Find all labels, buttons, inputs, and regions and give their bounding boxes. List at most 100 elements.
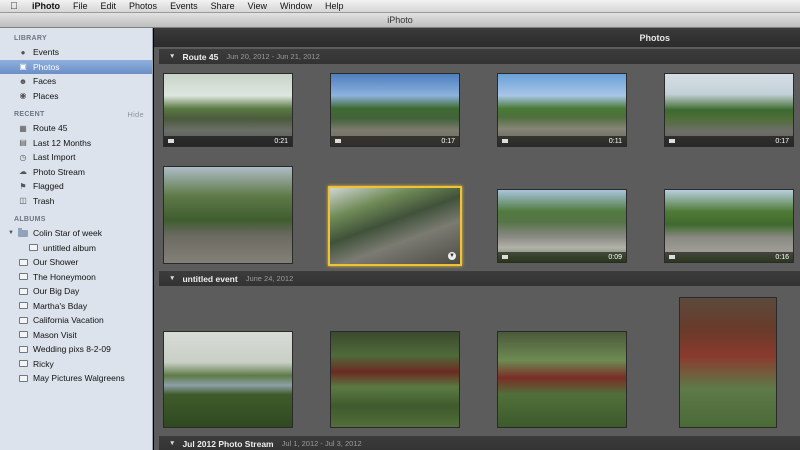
video-strip: 0:09 bbox=[498, 252, 626, 262]
sidebar-item-california-vacation[interactable]: California Vacation bbox=[0, 313, 152, 328]
album-icon bbox=[28, 243, 38, 253]
menu-share[interactable]: Share bbox=[211, 1, 235, 11]
sidebar-item-label: California Vacation bbox=[33, 315, 104, 326]
sidebar-item-the-honeymoon[interactable]: The Honeymoon bbox=[0, 270, 152, 285]
album-icon bbox=[18, 359, 28, 369]
photo-thumbnail[interactable]: 0:11 bbox=[497, 73, 627, 147]
menu-edit[interactable]: Edit bbox=[101, 1, 117, 11]
menu-window[interactable]: Window bbox=[280, 1, 312, 11]
video-strip: 0:11 bbox=[498, 136, 626, 146]
disclosure-triangle-icon[interactable]: ▼ bbox=[169, 440, 175, 447]
video-duration: 0:21 bbox=[274, 137, 288, 145]
photo-thumbnail[interactable]: 0:17 bbox=[330, 73, 460, 147]
album-icon bbox=[18, 286, 28, 296]
photo-thumbnail[interactable] bbox=[679, 297, 777, 428]
photo-thumbnail[interactable] bbox=[163, 331, 293, 428]
video-strip: 0:17 bbox=[665, 136, 793, 146]
sidebar-item-label: Our Big Day bbox=[33, 286, 80, 297]
sidebar-item-label: Route 45 bbox=[33, 123, 68, 134]
sidebar-item-label: Last 12 Months bbox=[33, 137, 92, 148]
sidebar-item-last-import[interactable]: ◷ Last Import bbox=[0, 150, 152, 165]
menu-view[interactable]: View bbox=[248, 1, 267, 11]
video-camera-icon bbox=[335, 139, 341, 143]
sidebar-item-label: Events bbox=[33, 47, 59, 58]
sidebar-item-label: Our Shower bbox=[33, 257, 79, 268]
video-duration: 0:16 bbox=[775, 253, 789, 261]
video-strip: 0:16 bbox=[665, 252, 793, 262]
photo-thumbnail-selected[interactable]: ▼ bbox=[328, 186, 462, 266]
sidebar-item-marthas-bday[interactable]: Martha's Bday bbox=[0, 299, 152, 314]
video-camera-icon bbox=[502, 139, 508, 143]
menu-file[interactable]: File bbox=[73, 1, 88, 11]
sidebar-item-our-big-day[interactable]: Our Big Day bbox=[0, 284, 152, 299]
sidebar-item-label: Photos bbox=[33, 61, 60, 72]
sidebar-item-label: Martha's Bday bbox=[33, 300, 88, 311]
menu-photos[interactable]: Photos bbox=[129, 1, 157, 11]
event-header-route-45[interactable]: ▼ Route 45 Jun 20, 2012 - Jun 21, 2012 bbox=[159, 49, 800, 64]
sidebar-item-colin-star-of-week[interactable]: ▼ Colin Star of week bbox=[0, 226, 152, 241]
sidebar-item-our-shower[interactable]: Our Shower bbox=[0, 255, 152, 270]
sidebar-item-faces[interactable]: ☻ Faces bbox=[0, 74, 152, 89]
event-dates: June 24, 2012 bbox=[245, 274, 294, 283]
disclosure-triangle-icon[interactable]: ▼ bbox=[169, 53, 175, 60]
event-header-jul-2012-photo-stream[interactable]: ▼ Jul 2012 Photo Stream Jul 1, 2012 - Ju… bbox=[159, 436, 800, 450]
sidebar-item-wedding-pixs[interactable]: Wedding pixs 8-2-09 bbox=[0, 342, 152, 357]
apple-menu-icon[interactable]:  bbox=[8, 1, 20, 12]
flag-icon: ⚑ bbox=[19, 181, 27, 191]
trash-icon: ◫ bbox=[19, 196, 27, 206]
event-icon: ▦ bbox=[19, 123, 27, 133]
sidebar-item-mason-visit[interactable]: Mason Visit bbox=[0, 328, 152, 343]
sidebar-item-label: May Pictures Walgreens bbox=[33, 373, 125, 384]
event-name: Jul 2012 Photo Stream bbox=[182, 438, 274, 449]
sidebar-item-last-12-months[interactable]: ▤ Last 12 Months bbox=[0, 136, 152, 151]
event-dates: Jul 1, 2012 - Jul 3, 2012 bbox=[281, 439, 362, 448]
menu-help[interactable]: Help bbox=[325, 1, 344, 11]
video-duration: 0:11 bbox=[608, 137, 622, 145]
video-camera-icon bbox=[502, 255, 508, 259]
photo-thumbnail[interactable] bbox=[497, 331, 627, 428]
video-camera-icon bbox=[669, 255, 675, 259]
sidebar-item-label: Faces bbox=[33, 76, 57, 87]
albums-header-label: ALBUMS bbox=[14, 215, 46, 223]
photos-icon: ▣ bbox=[19, 62, 27, 72]
disclosure-triangle-icon[interactable]: ▼ bbox=[169, 275, 175, 282]
options-badge-icon[interactable]: ▼ bbox=[448, 252, 456, 260]
sidebar-item-route-45[interactable]: ▦ Route 45 bbox=[0, 121, 152, 136]
sidebar-item-flagged[interactable]: ⚑ Flagged bbox=[0, 179, 152, 194]
window-title: iPhoto bbox=[387, 15, 413, 25]
menu-events[interactable]: Events bbox=[170, 1, 198, 11]
event-name: Route 45 bbox=[182, 51, 219, 62]
album-icon bbox=[18, 373, 28, 383]
video-strip: 0:17 bbox=[331, 136, 459, 146]
library-header-label: LIBRARY bbox=[14, 34, 47, 42]
recent-hide-button[interactable]: Hide bbox=[127, 110, 144, 119]
faces-icon: ☻ bbox=[18, 76, 28, 86]
sidebar-item-label: Trash bbox=[33, 195, 55, 206]
content-header: Photos bbox=[154, 28, 800, 47]
sidebar-item-label: The Honeymoon bbox=[33, 271, 96, 282]
photo-thumbnail[interactable] bbox=[330, 331, 460, 428]
sidebar-item-events[interactable]: ● Events bbox=[0, 45, 152, 60]
photo-thumbnail[interactable]: 0:16 bbox=[664, 189, 794, 263]
window-title-bar[interactable]: iPhoto bbox=[0, 13, 800, 28]
sidebar-item-photos[interactable]: ▣ Photos bbox=[0, 59, 152, 74]
sidebar-item-label: Last Import bbox=[33, 152, 76, 163]
album-icon bbox=[18, 257, 28, 267]
disclosure-triangle-icon[interactable]: ▼ bbox=[8, 230, 14, 236]
photo-thumbnail[interactable] bbox=[163, 166, 293, 264]
photo-thumbnail[interactable]: 0:17 bbox=[664, 73, 794, 147]
sidebar-item-trash[interactable]: ◫ Trash bbox=[0, 194, 152, 209]
sidebar-item-photo-stream[interactable]: ☁ Photo Stream bbox=[0, 165, 152, 180]
photos-browser[interactable]: Photos ▼ Route 45 Jun 20, 2012 - Jun 21,… bbox=[154, 28, 800, 450]
sidebar-item-may-pictures-walgreens[interactable]: May Pictures Walgreens bbox=[0, 371, 152, 386]
video-duration: 0:17 bbox=[775, 137, 789, 145]
library-section-header: LIBRARY bbox=[0, 31, 152, 45]
event-header-untitled-event[interactable]: ▼ untitled event June 24, 2012 bbox=[159, 271, 800, 286]
sidebar-item-ricky[interactable]: Ricky bbox=[0, 357, 152, 372]
menu-iphoto[interactable]: iPhoto bbox=[32, 1, 60, 11]
sidebar-item-untitled-album[interactable]: untitled album bbox=[0, 241, 152, 256]
photo-thumbnail[interactable]: 0:21 bbox=[163, 73, 293, 147]
photo-thumbnail[interactable]: 0:09 bbox=[497, 189, 627, 263]
album-icon bbox=[18, 301, 28, 311]
sidebar-item-places[interactable]: ◉ Places bbox=[0, 89, 152, 104]
